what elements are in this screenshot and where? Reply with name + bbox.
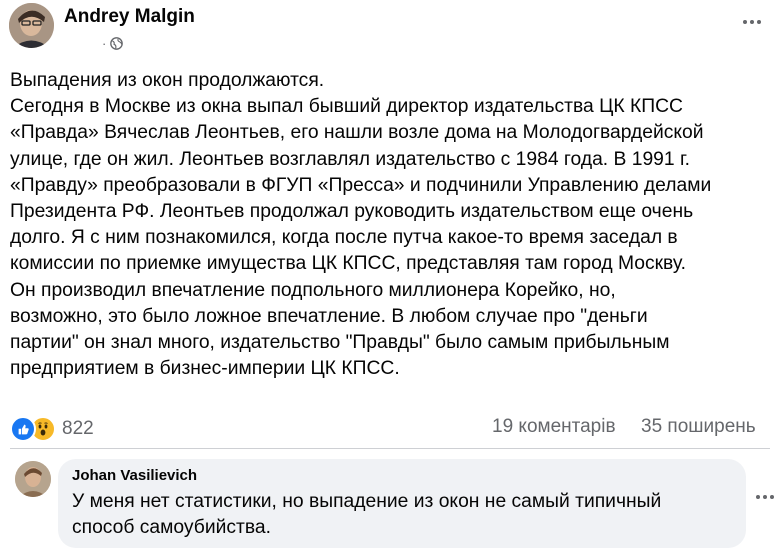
post-body: Выпадения из окон продолжаются. Сегодня … [10,68,772,382]
more-options-icon[interactable] [738,12,766,32]
post-header: Andrey Malgin · [0,0,778,60]
like-icon [10,416,36,442]
meta-separator: · [102,36,107,51]
post-text-line: «Правду» преобразовали в ФГУП «Пресса» и… [10,174,712,196]
reactions-summary[interactable]: 822 [10,416,94,442]
post-meta: · [102,36,124,51]
globe-icon[interactable] [110,37,124,50]
post-text-line: партии" он знал много, издательство "Пра… [10,332,670,354]
comment-bubble: Johan Vasilievich У меня нет статистики,… [58,459,746,548]
comment-text-line: способ самоубийства. [72,517,271,538]
post-text-line: Выпадения из окон продолжаются. [10,70,325,91]
post-text-line: комиссии по приемке имущества ЦК КПСС, п… [10,253,686,275]
comment-options-icon[interactable] [756,490,774,504]
post-text-line: предприятием в бизнес-империи ЦК КПСС. [10,358,400,380]
shares-count-link[interactable]: 35 поширень [641,416,756,438]
post-text-line: «Правда» Вячеслав Леонтьев, его нашли во… [10,122,704,144]
post-text-line: Президента РФ. Леонтьев продолжал руково… [10,201,694,223]
comment-text-line: У меня нет статистики, но выпадение из о… [72,491,662,512]
reactions-count: 822 [62,418,94,439]
commenter-avatar[interactable] [15,461,51,497]
comment-author-name[interactable]: Johan Vasilievich [72,467,197,484]
post-text-line: возможно, это было ложное впечатление. В… [10,305,648,327]
author-avatar[interactable] [9,3,54,48]
post-text-line: Сегодня в Москве из окна выпал бывший ди… [10,96,683,118]
post-text-line: долго. Я с ним познакомился, когда после… [10,227,678,249]
comment-text: У меня нет статистики, но выпадение из о… [72,489,732,541]
post-text-line: Он производил впечатление подпольного ми… [10,279,616,301]
post-text-line: улице, где он жил. Леонтьев возглавлял и… [10,148,691,170]
comments-count-link[interactable]: 19 коментарів [492,416,616,438]
post-author-name[interactable]: Andrey Malgin [64,6,195,28]
post-stats: 822 19 коментарів 35 поширень [0,410,778,446]
divider [10,448,770,449]
